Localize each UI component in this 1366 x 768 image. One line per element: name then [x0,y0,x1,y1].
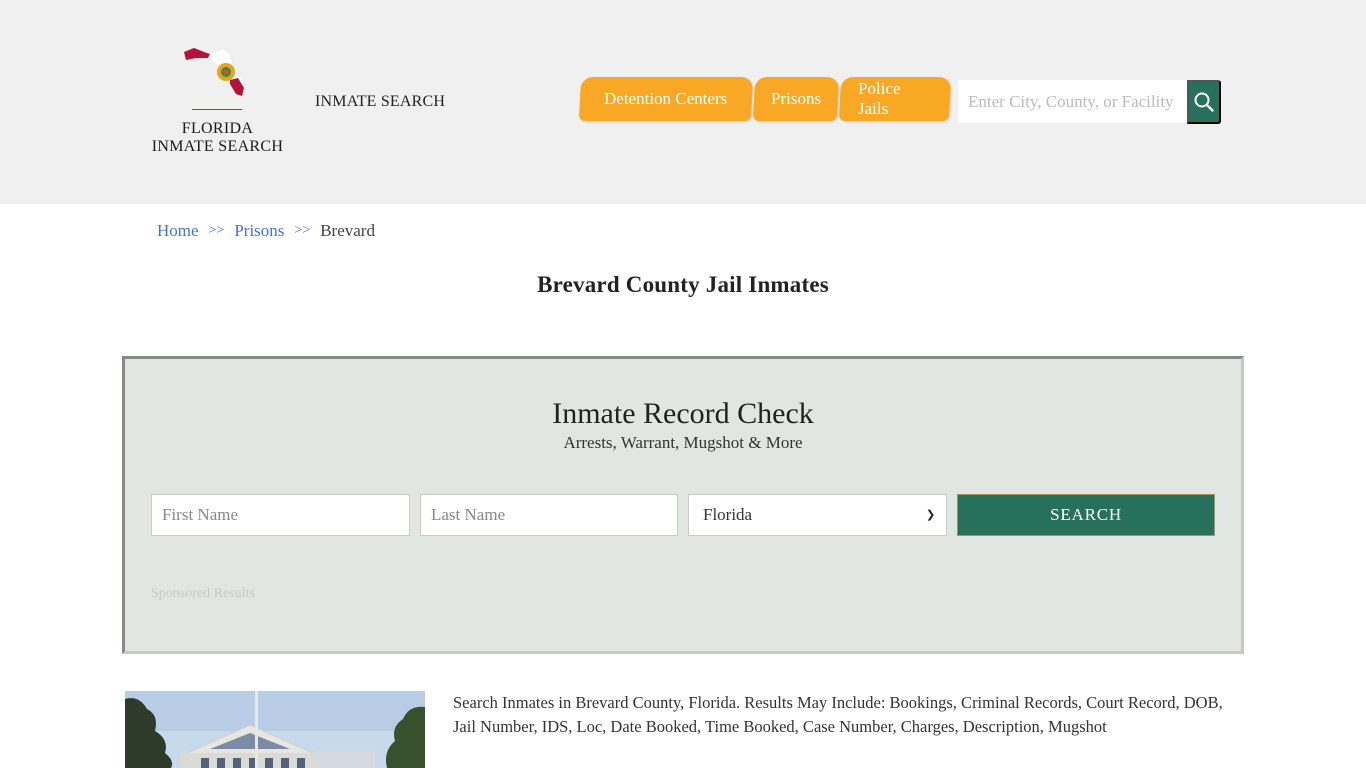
florida-map-icon [183,47,247,97]
last-name-input[interactable] [420,494,678,536]
search-icon [1194,92,1214,112]
nav-tab-label: Police Jails [858,79,901,118]
state-select[interactable]: Florida [688,494,947,536]
logo-text: FLORIDA INMATE SEARCH [140,120,295,156]
breadcrumb-separator: >> [208,223,225,238]
record-search-button[interactable]: SEARCH [957,494,1215,536]
facility-search-input[interactable] [958,80,1188,123]
site-header: FLORIDA INMATE SEARCH INMATE SEARCH Dete… [0,0,1366,204]
logo-line-1: FLORIDA [181,120,254,137]
breadcrumb-home[interactable]: Home [157,221,199,241]
page-title: Brevard County Jail Inmates [537,272,829,297]
panel-title: Inmate Record Check [552,397,814,430]
breadcrumb-current: Brevard [320,221,375,240]
breadcrumb-prisons[interactable]: Prisons [234,221,284,241]
inmate-search-link[interactable]: INMATE SEARCH [315,93,445,111]
courthouse-image [125,691,425,768]
nav-tab-label: Detention Centers [604,89,728,108]
breadcrumb-separator: >> [294,223,311,238]
logo-divider [192,109,242,110]
nav-tab-detention-centers[interactable]: Detention Centers [578,77,754,121]
courthouse-photo [125,691,425,768]
sponsored-results-label: Sponsored Results [151,586,255,601]
state-select-value: Florida [703,505,753,524]
inmate-record-check-panel: Inmate Record Check Arrests, Warrant, Mu… [122,356,1244,654]
county-description: Search Inmates in Brevard County, Florid… [453,693,1223,736]
main-nav: Detention Centers Prisons Police Jails [578,77,952,121]
first-name-input[interactable] [151,494,410,536]
nav-tab-label: Prisons [770,89,822,108]
breadcrumb: Home >> Prisons >> Brevard [157,221,375,241]
panel-subtitle: Arrests, Warrant, Mugshot & More [563,433,803,452]
nav-tab-prisons[interactable]: Prisons [752,77,840,121]
logo-line-2: INMATE SEARCH [151,138,284,155]
facility-search-button[interactable] [1187,80,1221,124]
site-logo[interactable]: FLORIDA INMATE SEARCH [140,42,295,162]
nav-tab-police-jails[interactable]: Police Jails [838,77,952,121]
